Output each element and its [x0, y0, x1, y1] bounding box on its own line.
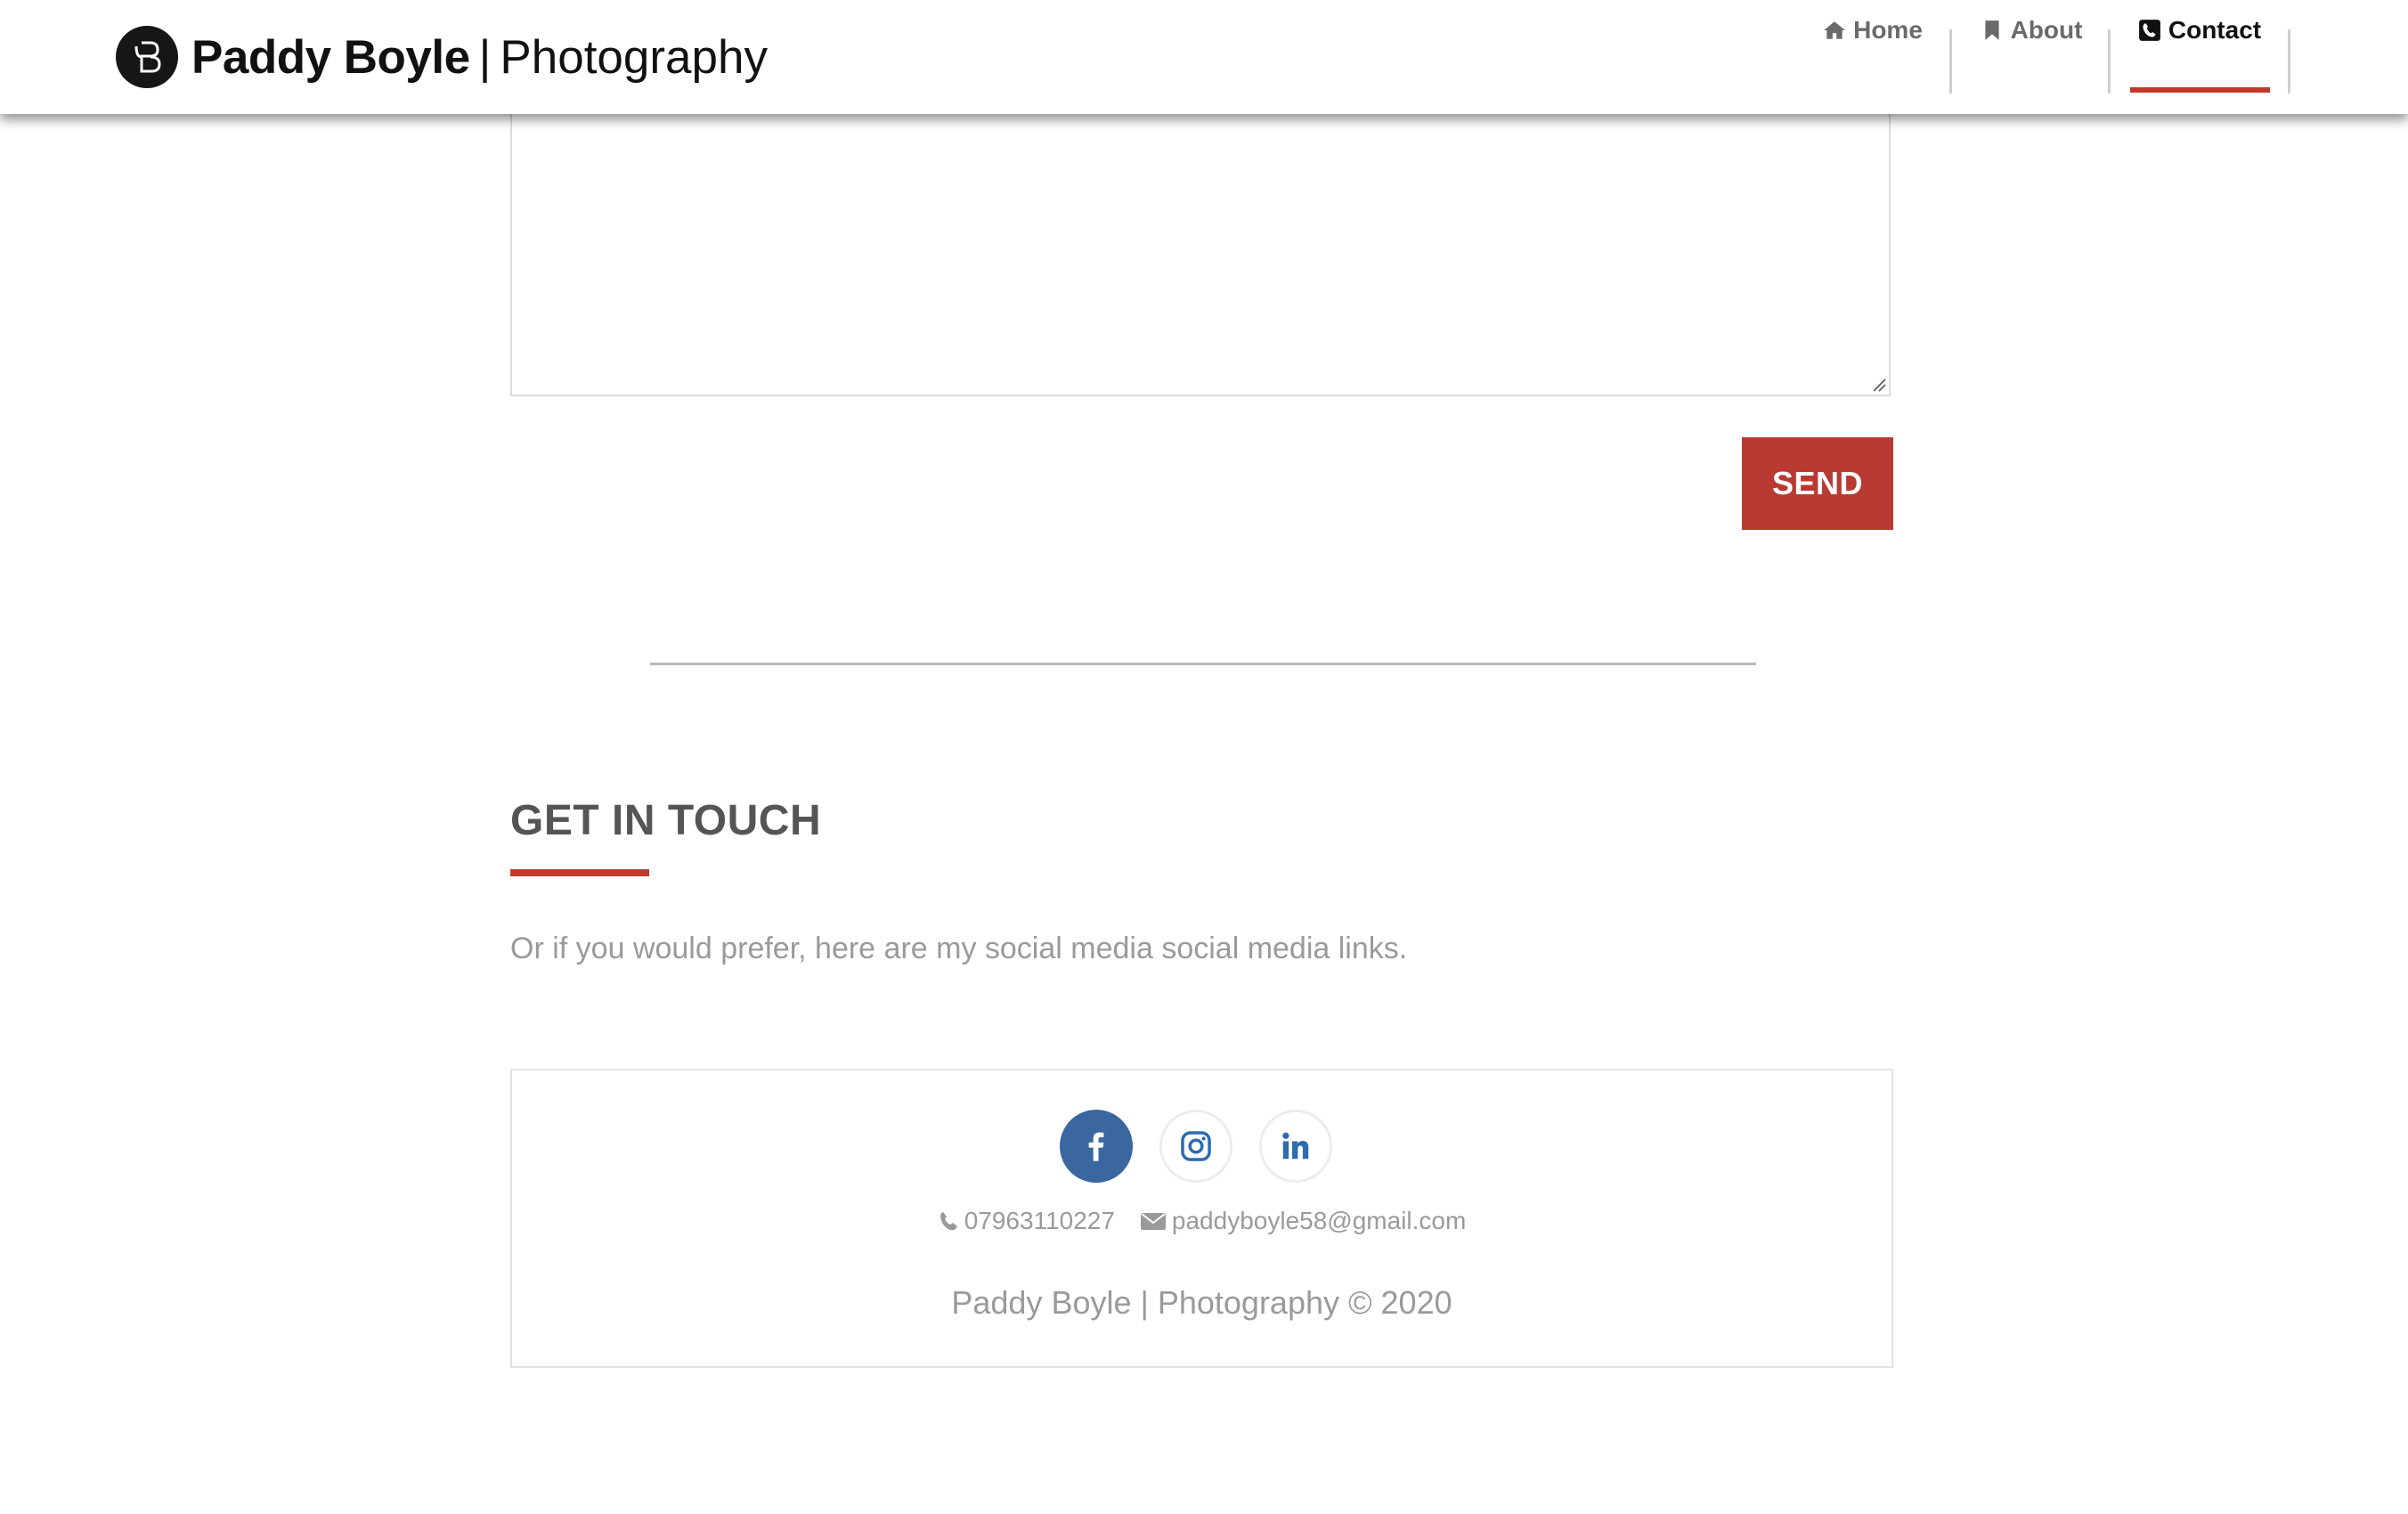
nav-item-about[interactable]: About [1979, 0, 2084, 61]
email-address: paddyboyle58@gmail.com [1171, 1207, 1467, 1234]
bookmark-icon [1984, 20, 1999, 40]
envelope-icon [1140, 1213, 1166, 1230]
nav-label-home: Home [1853, 16, 1923, 44]
phone-square-icon [2138, 20, 2160, 41]
footer-copyright: Paddy Boyle | Photography © 2020 [951, 1284, 1452, 1321]
home-icon [1824, 21, 1846, 39]
instagram-icon [1181, 1131, 1211, 1161]
resize-handle-icon[interactable] [1870, 376, 1886, 392]
send-button[interactable]: SEND [1742, 437, 1893, 530]
facebook-icon [1088, 1132, 1104, 1161]
section-intro-text: Or if you would prefer, here are my soci… [510, 932, 1408, 965]
message-textarea[interactable] [510, 89, 1891, 396]
brand-monogram-icon [116, 26, 178, 88]
nav-divider [2288, 29, 2290, 94]
contact-details: 07963110227 paddyboyle58@gmail.com [510, 1207, 1893, 1235]
linkedin-icon [1282, 1132, 1309, 1160]
top-navbar: Paddy Boyle | Photography Home About Conta… [0, 0, 2408, 114]
phone-number: 07963110227 [964, 1207, 1115, 1234]
active-nav-indicator [2130, 87, 2270, 93]
brand-separator: | [478, 30, 492, 84]
brand-name: Paddy Boyle [191, 30, 470, 84]
section-title: GET IN TOUCH [510, 797, 822, 844]
linkedin-link[interactable] [1259, 1110, 1332, 1183]
email-link[interactable]: paddyboyle58@gmail.com [1140, 1207, 1466, 1235]
phone-link[interactable]: 07963110227 [938, 1207, 1115, 1235]
brand-subtitle: Photography [500, 30, 768, 84]
phone-icon [940, 1212, 957, 1231]
nav-label-about: About [2010, 16, 2083, 44]
title-underline [510, 869, 649, 876]
nav-divider [1949, 29, 1952, 94]
nav-item-contact[interactable]: Contact [2137, 0, 2262, 61]
brand-logo-link[interactable]: Paddy Boyle | Photography [115, 24, 768, 90]
facebook-link[interactable] [1060, 1110, 1133, 1183]
instagram-link[interactable] [1159, 1110, 1232, 1183]
brand-title: Paddy Boyle | Photography [191, 34, 768, 81]
nav-divider [2108, 29, 2111, 94]
nav-label-contact: Contact [2168, 16, 2262, 44]
nav-item-home[interactable]: Home [1822, 0, 1924, 61]
section-divider [650, 663, 1756, 665]
